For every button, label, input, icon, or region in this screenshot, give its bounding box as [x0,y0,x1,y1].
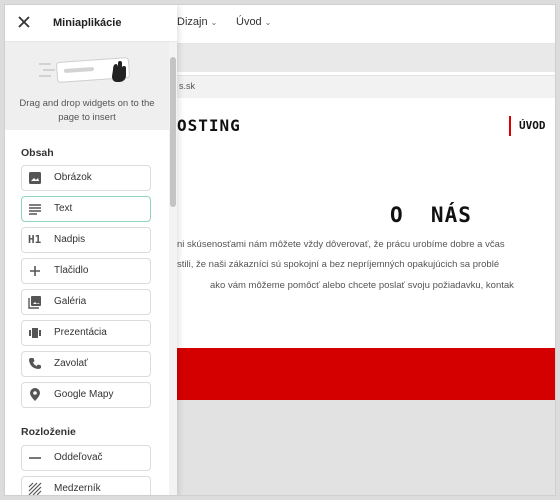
gallery-icon [28,295,42,309]
chevron-down-icon: ⌄ [264,18,272,27]
drag-drop-hint: Drag and drop widgets on to the page to … [5,42,169,130]
panel-title: Miniaplikácie [53,17,122,29]
site-section-heading[interactable]: O NÁS [390,203,472,227]
image-icon [28,171,42,185]
widget-button[interactable]: Tlačidlo [21,258,151,284]
url-text: s.sk [179,81,196,91]
map-pin-icon [28,388,42,402]
drag-drop-text: Drag and drop widgets on to the page to … [19,98,155,123]
text-icon [28,202,42,216]
plus-icon [28,264,42,278]
spacer-icon [28,482,42,495]
phone-icon [28,357,42,371]
site-paragraph-line: ni skúsenosťami nám môžete vždy dôverova… [177,239,505,250]
site-nav-item[interactable]: ÚVOD [509,116,546,136]
slideshow-icon [28,326,42,340]
panel-header: Miniaplikácie [5,5,177,42]
widget-spacer[interactable]: Medzerník [21,476,151,495]
widget-heading[interactable]: H1 Nadpis [21,227,151,253]
widget-google-maps[interactable]: Google Mapy [21,382,151,408]
site-logo[interactable]: OSTING [177,116,241,135]
widgets-panel: Miniaplikácie Drag and drop widgets on t… [5,5,177,495]
widget-image[interactable]: Obrázok [21,165,151,191]
editor-window: Dizajn ⌄ Úvod ⌄ s.sk OSTING ÚVOD O NÁS ni … [4,4,556,496]
widget-slideshow[interactable]: Prezentácia [21,320,151,346]
section-title-rozlozenie: Rozloženie [21,426,76,438]
site-paragraph-line: stili, že naši zákazníci sú spokojní a b… [177,259,500,270]
drag-widget-illustration [37,54,137,97]
chevron-down-icon: ⌄ [210,18,218,27]
widget-call[interactable]: Zavolať [21,351,151,377]
widget-divider[interactable]: Oddeľovač [21,445,151,471]
divider-icon [28,451,42,465]
widget-gallery[interactable]: Galéria [21,289,151,315]
section-title-obsah: Obsah [21,147,54,159]
close-icon[interactable] [15,13,33,31]
site-paragraph-line: ako vám môžeme pomôcť alebo chcete posla… [210,280,514,291]
menu-dizajn[interactable]: Dizajn ⌄ [177,16,217,28]
panel-scrollbar-thumb[interactable] [170,57,176,207]
widget-text[interactable]: Text [21,196,151,222]
heading-icon: H1 [28,233,42,246]
menu-uvod[interactable]: Úvod ⌄ [236,16,271,28]
